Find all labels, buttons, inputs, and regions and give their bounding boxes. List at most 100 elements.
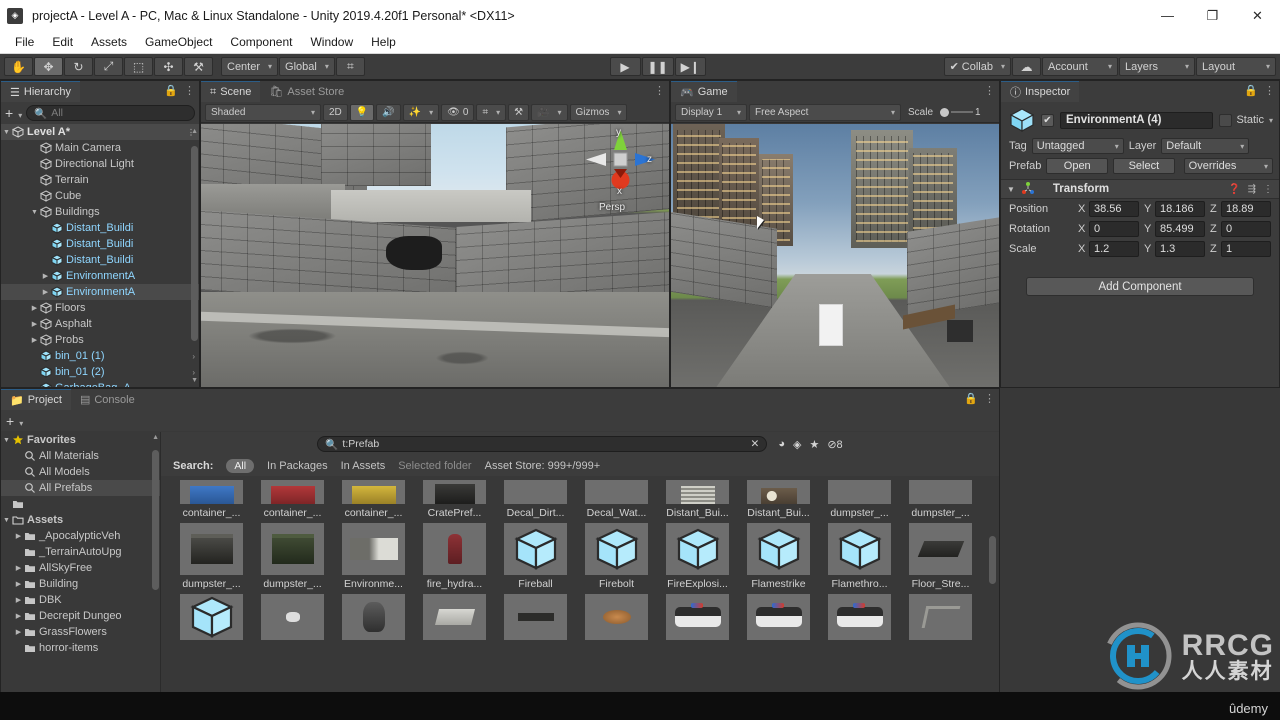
aspect-dropdown[interactable]: Free Aspect	[749, 103, 901, 121]
transform-input-x[interactable]: 1.2	[1089, 241, 1139, 257]
hierarchy-item[interactable]: GarbageBag_A ›	[1, 380, 199, 387]
minimize-button[interactable]: —	[1145, 0, 1190, 31]
asset-thumbnail[interactable]	[504, 594, 567, 640]
scope-in-packages[interactable]: In Packages	[267, 460, 328, 472]
project-tree-folder[interactable]: horror-items	[1, 640, 160, 656]
asset-thumbnail[interactable]	[504, 480, 567, 504]
asset-thumbnail[interactable]	[261, 523, 324, 575]
asset-cell[interactable]	[576, 594, 657, 640]
asset-cell[interactable]: Fireball	[495, 523, 576, 590]
project-tree-scrollbar[interactable]	[152, 450, 159, 590]
prefab-overrides-dropdown[interactable]: Overrides	[1183, 158, 1273, 174]
filter-by-label-icon[interactable]: ◈	[793, 438, 801, 451]
expand-arrow[interactable]: ▶	[13, 532, 24, 540]
layout-button[interactable]: Layout	[1196, 57, 1276, 76]
favorite-filter-icon[interactable]: ★	[809, 438, 819, 451]
asset-thumbnail[interactable]	[261, 594, 324, 640]
expand-arrow[interactable]: ▼	[1, 437, 12, 444]
project-tree-scroll-up-icon[interactable]: ▲	[152, 434, 159, 441]
transform-input-z[interactable]: 18.89	[1221, 201, 1271, 217]
asset-cell[interactable]: Distant_Bui...	[657, 480, 738, 519]
asset-thumbnail[interactable]	[180, 480, 243, 504]
scene-viewport[interactable]: y z x Persp	[201, 124, 669, 387]
grid-snap-icon[interactable]: ⌗	[335, 57, 365, 76]
grid-visibility-icon[interactable]: ⌗	[476, 103, 507, 121]
hierarchy-item[interactable]: ▶ Probs	[1, 332, 199, 348]
asset-cell[interactable]	[819, 594, 900, 640]
collab-button[interactable]: ✔ Collab	[943, 57, 1011, 76]
hierarchy-scrollbar[interactable]	[191, 146, 198, 341]
tab-game[interactable]: 🎮 Game	[671, 81, 737, 102]
add-component-button[interactable]: Add Component	[1026, 277, 1254, 296]
tab-scene[interactable]: ⌗ Scene	[201, 81, 261, 102]
menu-file[interactable]: File	[6, 33, 43, 51]
asset-cell[interactable]: Floor_Stre...	[900, 523, 981, 590]
asset-thumbnail[interactable]	[585, 594, 648, 640]
asset-thumbnail[interactable]	[342, 523, 405, 575]
project-tree-favorite-item[interactable]: All Materials	[1, 448, 160, 464]
scope-all[interactable]: All	[226, 459, 255, 473]
asset-cell[interactable]	[171, 594, 252, 640]
asset-cell[interactable]	[738, 594, 819, 640]
asset-thumbnail[interactable]	[747, 480, 810, 504]
scale-slider-knob[interactable]	[940, 107, 950, 117]
transform-input-z[interactable]: 0	[1221, 221, 1271, 237]
hierarchy-item[interactable]: ▶ Floors	[1, 300, 199, 316]
speaker-icon[interactable]: 🔊	[376, 103, 401, 121]
asset-thumbnail[interactable]	[342, 594, 405, 640]
hierarchy-item[interactable]: bin_01 (2) ›	[1, 364, 199, 380]
asset-cell[interactable]: dumpster_...	[252, 523, 333, 590]
hierarchy-item[interactable]: Main Camera	[1, 140, 199, 156]
layers-button[interactable]: Layers	[1119, 57, 1195, 76]
asset-cell[interactable]	[333, 594, 414, 640]
asset-thumbnail[interactable]	[666, 480, 729, 504]
inspector-menu-icon[interactable]: ⋮	[1264, 84, 1275, 97]
gizmos-dropdown[interactable]: Gizmos	[569, 103, 628, 121]
project-tree-assets[interactable]: ▼ Assets	[1, 512, 160, 528]
game-viewport[interactable]	[671, 124, 999, 387]
project-tree-favorites[interactable]: ▼ Favorites	[1, 432, 160, 448]
maximize-button[interactable]: ❐	[1190, 0, 1235, 31]
preset-icon[interactable]: ⇶	[1248, 184, 1256, 195]
asset-thumbnail[interactable]	[180, 594, 243, 640]
expand-arrow[interactable]: ▶	[13, 564, 24, 572]
expand-arrow[interactable]: ▶	[13, 612, 24, 620]
account-button[interactable]: Account	[1042, 57, 1118, 76]
asset-thumbnail[interactable]	[261, 480, 324, 504]
hierarchy-scroll-up-icon[interactable]: ▲	[191, 128, 198, 135]
hierarchy-item[interactable]: ▶EnvironmentA›	[1, 284, 199, 300]
asset-cell[interactable]	[252, 594, 333, 640]
hierarchy-item[interactable]: Directional Light	[1, 156, 199, 172]
step-button[interactable]: ▶❙	[674, 57, 706, 76]
hierarchy-item[interactable]: Distant_Buildi›	[1, 252, 199, 268]
asset-thumbnail[interactable]	[423, 480, 486, 504]
asset-thumbnail[interactable]	[828, 594, 891, 640]
transform-input-z[interactable]: 1	[1221, 241, 1271, 257]
clear-icon[interactable]: ✕	[751, 438, 760, 450]
asset-grid-scrollbar[interactable]	[989, 536, 996, 584]
asset-thumbnail[interactable]	[585, 480, 648, 504]
hierarchy-item[interactable]: Distant_Buildi›	[1, 236, 199, 252]
expand-arrow[interactable]: ▶	[29, 320, 40, 328]
layer-dropdown[interactable]: Default	[1161, 138, 1250, 154]
project-tree-folder[interactable]: ▶ DBK	[1, 592, 160, 608]
transform-component-header[interactable]: ▼ Transform ❓ ⇶ ⋮	[1001, 179, 1279, 199]
rect-tool-icon[interactable]: ⬚	[124, 57, 153, 76]
asset-cell[interactable]: dumpster_...	[171, 523, 252, 590]
custom-tool-icon[interactable]: ⚒	[184, 57, 213, 76]
toggle-2d-button[interactable]: 2D	[323, 103, 348, 121]
move-tool-icon[interactable]: ✥	[34, 57, 63, 76]
create-gameobject-button[interactable]: +	[5, 106, 22, 120]
transform-foldout-arrow[interactable]: ▼	[1007, 185, 1015, 194]
inspector-lock-icon[interactable]: 🔒	[1244, 84, 1258, 97]
asset-cell[interactable]: Flamestrike	[738, 523, 819, 590]
project-tree-folder[interactable]: ▶ AllSkyFree	[1, 560, 160, 576]
asset-cell[interactable]	[495, 594, 576, 640]
expand-arrow[interactable]: ▼	[29, 209, 40, 216]
tab-console[interactable]: ▤ Console	[70, 389, 144, 410]
transform-menu-icon[interactable]: ⋮	[1263, 184, 1273, 195]
effects-icon[interactable]: ✨	[402, 103, 440, 121]
hidden-packages-icon[interactable]: ⊘8	[827, 438, 842, 451]
asset-thumbnail[interactable]	[180, 523, 243, 575]
expand-arrow[interactable]: ▶	[13, 596, 24, 604]
